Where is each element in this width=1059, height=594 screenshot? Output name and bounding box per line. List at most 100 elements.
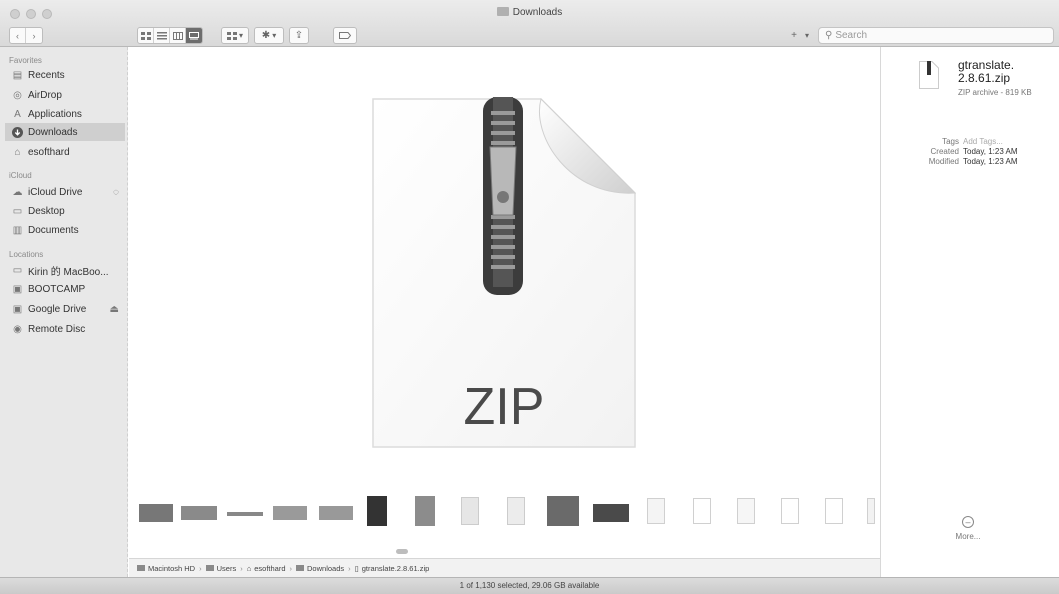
disc-icon: ◉ [13, 323, 22, 335]
path-item-users[interactable]: Users [205, 563, 237, 573]
nav-buttons: ‹ › [9, 27, 43, 44]
column-view-icon [172, 31, 183, 40]
gear-icon: ✱ [261, 30, 271, 41]
sidebar-item-google-drive[interactable]: ▣ Google Drive ⏏ [5, 300, 125, 318]
sidebar-item-label: esofthard [28, 146, 70, 158]
path-item-macintosh-hd[interactable]: Macintosh HD [137, 564, 195, 573]
window-title-text: Downloads [512, 7, 563, 18]
gallery-view-button[interactable] [186, 28, 202, 43]
thumbnail[interactable] [181, 506, 217, 520]
list-view-button[interactable] [154, 28, 170, 43]
sidebar-item-downloads[interactable]: Downloads [5, 123, 125, 141]
sidebar-item-macbook[interactable]: ▭ Kirin 的 MacBoo... [5, 261, 125, 279]
sidebar-item-label: Remote Disc [28, 323, 86, 335]
thumbnail[interactable] [507, 497, 525, 525]
group-icon [226, 31, 237, 40]
add-button[interactable]: + [786, 27, 802, 44]
share-button[interactable]: ⇪ [289, 27, 309, 44]
zip-thumbnail[interactable] [693, 498, 711, 524]
group-button[interactable]: ▾ [221, 27, 249, 44]
path-item-file[interactable]: ▯ gtranslate.2.8.61.zip [355, 564, 430, 573]
back-button[interactable]: ‹ [10, 28, 26, 43]
thumbnail[interactable] [647, 498, 665, 524]
chevron-down-icon: ▾ [272, 31, 277, 40]
locations-section-label: Locations [9, 250, 44, 259]
created-row: Created Today, 1:23 AM [881, 147, 1051, 156]
path-item-label: Users [216, 563, 237, 573]
modified-row: Modified Today, 1:23 AM [881, 157, 1051, 166]
tags-row: Tags Add Tags... [881, 137, 1051, 146]
gallery-view-icon [189, 31, 199, 39]
sidebar-item-bootcamp[interactable]: ▣ BOOTCAMP [5, 280, 125, 298]
sidebar-item-airdrop[interactable]: ◎ AirDrop [5, 86, 125, 104]
sidebar-item-desktop[interactable]: ▭ Desktop [5, 202, 125, 220]
sidebar: Favorites ▤ Recents ◎ AirDrop A Application… [0, 47, 128, 577]
icloud-section-label: iCloud [9, 171, 32, 180]
chevron-right-icon: › [289, 563, 293, 573]
documents-icon: ▥ [12, 224, 23, 236]
path-item-downloads[interactable]: Downloads [296, 564, 344, 573]
sidebar-item-label: iCloud Drive [28, 186, 83, 198]
strip-scrollbar[interactable] [396, 549, 408, 554]
thumbnail[interactable] [547, 496, 579, 526]
thumbnail[interactable] [367, 496, 387, 526]
window-title: Downloads [0, 7, 1059, 18]
sidebar-item-documents[interactable]: ▥ Documents [5, 221, 125, 239]
thumbnail[interactable] [273, 506, 307, 520]
search-field[interactable]: ⚲ Search [818, 27, 1054, 44]
created-value: Today, 1:23 AM [963, 147, 1018, 156]
sidebar-item-remote-disc[interactable]: ◉ Remote Disc [5, 320, 125, 338]
sidebar-item-label: Google Drive [28, 303, 87, 315]
desktop-icon: ▭ [12, 205, 23, 217]
thumbnail[interactable] [139, 504, 173, 522]
thumbnail[interactable] [319, 506, 353, 520]
sidebar-item-label: Recents [28, 69, 65, 81]
created-label: Created [930, 147, 959, 156]
zip-thumbnail[interactable] [781, 498, 799, 524]
share-icon: ⇪ [294, 30, 304, 41]
sidebar-item-recents[interactable]: ▤ Recents [5, 66, 125, 84]
sidebar-item-label: Applications [28, 108, 82, 120]
search-placeholder: Search [835, 30, 868, 41]
sidebar-item-icloud-drive[interactable]: ☁ iCloud Drive ◌ [5, 183, 125, 201]
tags-input[interactable]: Add Tags... [963, 137, 1003, 146]
tag-button[interactable] [333, 27, 357, 44]
folder-icon [496, 7, 509, 16]
status-bar: 1 of 1,130 selected, 29.06 GB available [0, 577, 1059, 594]
thumbnail[interactable] [415, 496, 435, 526]
action-button[interactable]: ✱ ▾ [254, 27, 284, 44]
tag-icon [339, 32, 351, 39]
drive-icon: ▣ [12, 303, 23, 315]
thumbnail[interactable] [461, 497, 479, 525]
sidebar-item-esofthard[interactable]: ⌂ esofthard [5, 143, 125, 161]
path-item-label: gtranslate.2.8.61.zip [361, 563, 430, 573]
icon-view-button[interactable] [138, 28, 154, 43]
zip-thumbnail[interactable] [825, 498, 843, 524]
path-item-label: Downloads [307, 563, 345, 573]
view-mode-control [137, 27, 203, 44]
home-icon: ⌂ [14, 146, 21, 158]
thumbnail[interactable] [593, 504, 629, 522]
search-icon: ⚲ [825, 30, 833, 41]
thumbnail[interactable] [227, 512, 263, 516]
modified-value: Today, 1:23 AM [963, 157, 1018, 166]
home-icon: ⌂ [246, 563, 252, 573]
path-item-esofthard[interactable]: ⌂ esofthard [247, 564, 286, 573]
thumbnail[interactable] [867, 498, 875, 524]
sidebar-item-label: Kirin 的 MacBoo... [28, 266, 109, 278]
sidebar-item-applications[interactable]: A Applications [5, 105, 125, 123]
downloads-icon [12, 126, 23, 138]
eject-icon[interactable]: ⏏ [110, 304, 119, 315]
folder-icon [296, 565, 305, 571]
add-dropdown-button[interactable]: ▾ [801, 27, 813, 44]
airdrop-icon: ◎ [13, 89, 22, 101]
list-view-icon [156, 31, 167, 39]
thumbnail[interactable] [737, 498, 755, 524]
forward-button[interactable]: › [26, 28, 42, 43]
column-view-button[interactable] [170, 28, 186, 43]
laptop-icon: ▭ [12, 264, 23, 276]
thumbnail-strip[interactable] [129, 492, 880, 538]
more-button[interactable]: – More... [953, 516, 983, 541]
path-bar: Macintosh HD › Users › ⌂ esofthard › Down… [129, 558, 880, 577]
applications-icon: A [14, 108, 21, 120]
